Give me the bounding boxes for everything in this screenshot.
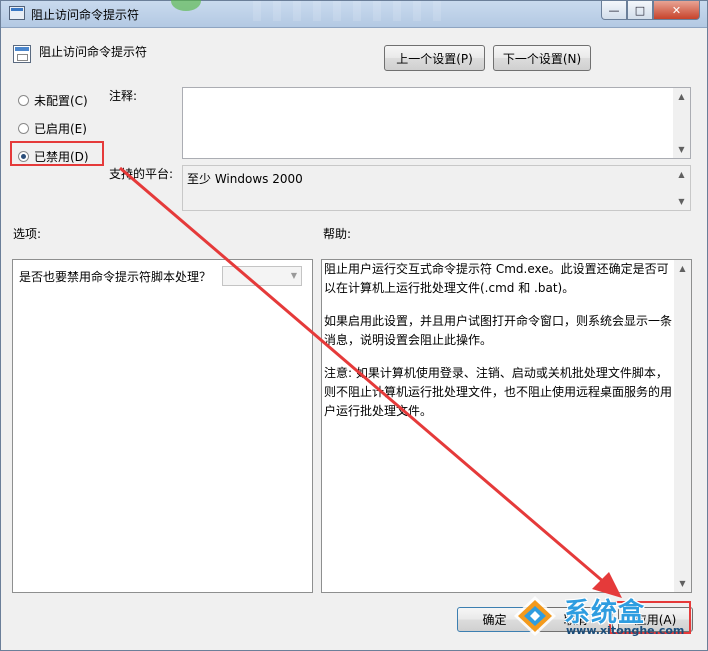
options-panel: 是否也要禁用命令提示符脚本处理？ ▼ xyxy=(12,259,313,593)
policy-setting-icon xyxy=(13,45,31,63)
script-processing-dropdown[interactable]: ▼ xyxy=(222,266,302,286)
policy-app-icon xyxy=(9,6,25,20)
policy-title: 阻止访问命令提示符 xyxy=(39,45,148,59)
next-setting-button[interactable]: 下一个设置(N) xyxy=(493,45,591,71)
comment-scrollbar[interactable]: ▲ ▼ xyxy=(673,88,690,158)
help-scrollbar[interactable]: ▲ ▼ xyxy=(674,260,691,592)
platform-label: 支持的平台: xyxy=(109,167,174,181)
platform-value: 至少 Windows 2000 xyxy=(187,172,303,186)
window-title: 阻止访问命令提示符 xyxy=(31,8,140,22)
help-paragraph: 如果启用此设置，并且用户试图打开命令窗口，则系统会显示一条消息，说明设置会阻止此… xyxy=(324,314,673,347)
comment-textarea[interactable]: ▲ ▼ xyxy=(182,87,691,159)
scroll-down-arrow-icon[interactable]: ▼ xyxy=(673,141,690,158)
disabled-option-highlight xyxy=(10,141,104,166)
help-paragraph: 注意: 如果计算机使用登录、注销、启动或关机批处理文件脚本，则不阻止计算机运行批… xyxy=(324,366,673,418)
platform-field: 至少 Windows 2000 ▲ ▼ xyxy=(182,165,691,211)
comment-label: 注释: xyxy=(109,89,138,103)
radio-enabled[interactable]: 已启用(E) xyxy=(18,120,87,137)
help-panel: 阻止用户运行交互式命令提示符 Cmd.exe。此设置还确定是否可以在计算机上运行… xyxy=(321,259,692,593)
radio-not-configured[interactable]: 未配置(C) xyxy=(18,92,88,109)
help-text: 阻止用户运行交互式命令提示符 Cmd.exe。此设置还确定是否可以在计算机上运行… xyxy=(324,260,672,435)
help-paragraph: 阻止用户运行交互式命令提示符 Cmd.exe。此设置还确定是否可以在计算机上运行… xyxy=(324,262,669,295)
watermark-url: www.xitonghe.com xyxy=(566,624,685,637)
title-bar[interactable]: 阻止访问命令提示符 — □ ✕ xyxy=(1,0,707,28)
close-button[interactable]: ✕ xyxy=(653,1,700,20)
policy-dialog-window: 阻止访问命令提示符 — □ ✕ 阻止访问命令提示符 上一个设置(P) 下一个设置… xyxy=(0,0,708,651)
maximize-button[interactable]: □ xyxy=(627,1,653,20)
scroll-up-arrow-icon[interactable]: ▲ xyxy=(673,88,690,105)
help-label: 帮助: xyxy=(323,227,352,241)
radio-label: 已启用(E) xyxy=(34,122,87,136)
radio-label: 未配置(C) xyxy=(34,94,88,108)
radio-circle-icon[interactable] xyxy=(18,95,29,106)
background-decoration xyxy=(253,1,453,21)
scroll-down-arrow-icon[interactable]: ▼ xyxy=(673,193,690,210)
platform-scrollbar[interactable]: ▲ ▼ xyxy=(673,166,690,210)
background-decoration xyxy=(171,0,201,11)
previous-setting-button[interactable]: 上一个设置(P) xyxy=(384,45,485,71)
options-question: 是否也要禁用命令提示符脚本处理？ xyxy=(19,270,212,284)
radio-circle-icon[interactable] xyxy=(18,123,29,134)
xitonghe-logo-icon xyxy=(514,596,556,636)
options-label: 选项: xyxy=(13,227,42,241)
chevron-down-icon[interactable]: ▼ xyxy=(291,271,297,280)
minimize-button[interactable]: — xyxy=(601,1,627,20)
site-watermark: 系统盒 www.xitonghe.com xyxy=(512,590,692,642)
scroll-up-arrow-icon[interactable]: ▲ xyxy=(673,166,690,183)
scroll-up-arrow-icon[interactable]: ▲ xyxy=(674,260,691,277)
